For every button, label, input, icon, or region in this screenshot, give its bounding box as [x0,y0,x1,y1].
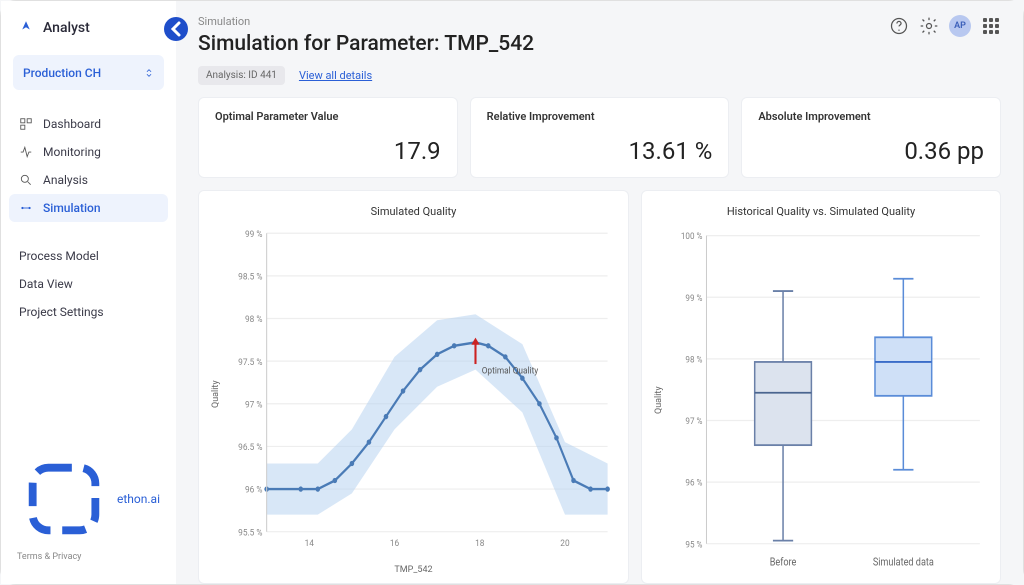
svg-text:100 %: 100 % [681,232,703,243]
breadcrumb: Simulation [198,15,534,28]
help-icon[interactable] [889,16,909,36]
sidebar-footer: ethon.ai Terms & Privacy [1,440,176,574]
nav-label: Dashboard [43,117,101,131]
company-name: ethon.ai [117,492,160,506]
nav-label: Process Model [19,249,99,263]
settings-icon[interactable] [919,16,939,36]
chart-simulated-quality: Simulated Quality Quality 95.5 % 96 % 96.5… [198,190,629,584]
kpi-card-relative-improvement: Relative Improvement 13.61 % [470,97,730,178]
svg-text:Simulated data: Simulated data [873,557,934,569]
brand-name: Analyst [43,20,90,36]
ethon-icon [17,452,111,546]
svg-text:95.5 %: 95.5 % [238,528,263,539]
chart-title: Simulated Quality [209,205,618,218]
nav-item-monitoring[interactable]: Monitoring [9,138,168,166]
kpi-label: Optimal Parameter Value [215,110,441,123]
nav-primary: Dashboard Monitoring Analysis Simulation [1,106,176,226]
main-content: Simulation Simulation for Parameter: TMP… [176,1,1023,584]
nav-label: Project Settings [19,305,104,319]
nav-item-project-settings[interactable]: Project Settings [9,298,168,326]
svg-text:Optimal Quality: Optimal Quality [482,366,539,377]
nav-secondary: Process Model Data View Project Settings [1,238,176,330]
nav-item-analysis[interactable]: Analysis [9,166,168,194]
kpi-value: 0.36 pp [758,137,984,165]
svg-text:97 %: 97 % [245,400,263,411]
sidebar: Analyst Production CH Dashboard Monitori… [1,1,176,584]
svg-text:97.5 %: 97.5 % [238,357,263,368]
svg-text:99 %: 99 % [685,293,702,304]
project-selector-label: Production CH [23,66,101,80]
header-left: Simulation Simulation for Parameter: TMP… [198,15,534,66]
search-icon [19,173,33,187]
kpi-row: Optimal Parameter Value 17.9 Relative Im… [198,97,1001,178]
svg-text:96.5 %: 96.5 % [238,443,263,454]
svg-text:96 %: 96 % [685,478,702,489]
y-axis-label: Quality [652,226,666,575]
project-selector[interactable]: Production CH [13,55,164,90]
monitoring-icon [19,145,33,159]
nav-item-process-model[interactable]: Process Model [9,242,168,270]
analysis-id-badge: Analysis: ID 441 [198,66,285,85]
svg-text:97 %: 97 % [685,417,702,428]
svg-text:95 %: 95 % [685,540,702,551]
top-bar: Simulation Simulation for Parameter: TMP… [198,15,1001,66]
svg-text:99 %: 99 % [245,229,263,240]
view-all-details-link[interactable]: View all details [299,69,372,82]
brand: Analyst [1,19,176,55]
user-avatar[interactable]: AP [949,15,971,37]
kpi-value: 13.61 % [487,137,713,165]
svg-text:18: 18 [475,539,484,550]
subheader: Analysis: ID 441 View all details [198,66,1001,85]
kpi-card-optimal-value: Optimal Parameter Value 17.9 [198,97,458,178]
svg-text:98 %: 98 % [685,355,702,366]
nav-label: Simulation [43,201,101,215]
collapse-sidebar-button[interactable] [164,17,188,41]
kpi-card-absolute-improvement: Absolute Improvement 0.36 pp [741,97,1001,178]
chart-row: Simulated Quality Quality 95.5 % 96 % 96.5… [198,190,1001,584]
nav-item-simulation[interactable]: Simulation [9,194,168,222]
y-axis-label: Quality [209,226,223,563]
chart-title: Historical Quality vs. Simulated Quality [652,205,990,218]
company-logo[interactable]: ethon.ai [17,452,160,546]
apps-icon[interactable] [981,16,1001,36]
nav-label: Monitoring [43,145,101,159]
nav-item-data-view[interactable]: Data View [9,270,168,298]
kpi-label: Relative Improvement [487,110,713,123]
plot-area: 95.5 % 96 % 96.5 % 97 % 97.5 % 98 % 98.5 % 99 %… [223,226,618,563]
svg-text:14: 14 [305,539,314,550]
kpi-value: 17.9 [215,137,441,165]
brand-logo-icon [17,19,35,37]
svg-text:Before: Before [770,556,797,569]
nav-item-dashboard[interactable]: Dashboard [9,110,168,138]
chart-historical-vs-simulated: Historical Quality vs. Simulated Quality… [641,190,1001,584]
svg-text:98 %: 98 % [245,315,263,326]
svg-text:96 %: 96 % [245,485,263,496]
page-title: Simulation for Parameter: TMP_542 [198,32,534,56]
terms-link[interactable]: Terms & Privacy [17,552,160,562]
plot-area: 95 % 96 % 97 % 98 % 99 % 100 % Before Simulated… [666,226,990,575]
nav-label: Data View [19,277,73,291]
kpi-label: Absolute Improvement [758,110,984,123]
svg-text:98.5 %: 98.5 % [238,272,263,283]
nav-label: Analysis [43,173,88,187]
simulation-icon [19,201,33,215]
svg-text:16: 16 [390,539,399,550]
top-icons: AP [889,15,1001,37]
chevron-up-down-icon [144,63,154,82]
dashboard-icon [19,117,33,131]
svg-text:20: 20 [560,539,569,550]
x-axis-label: TMP_542 [209,563,618,575]
